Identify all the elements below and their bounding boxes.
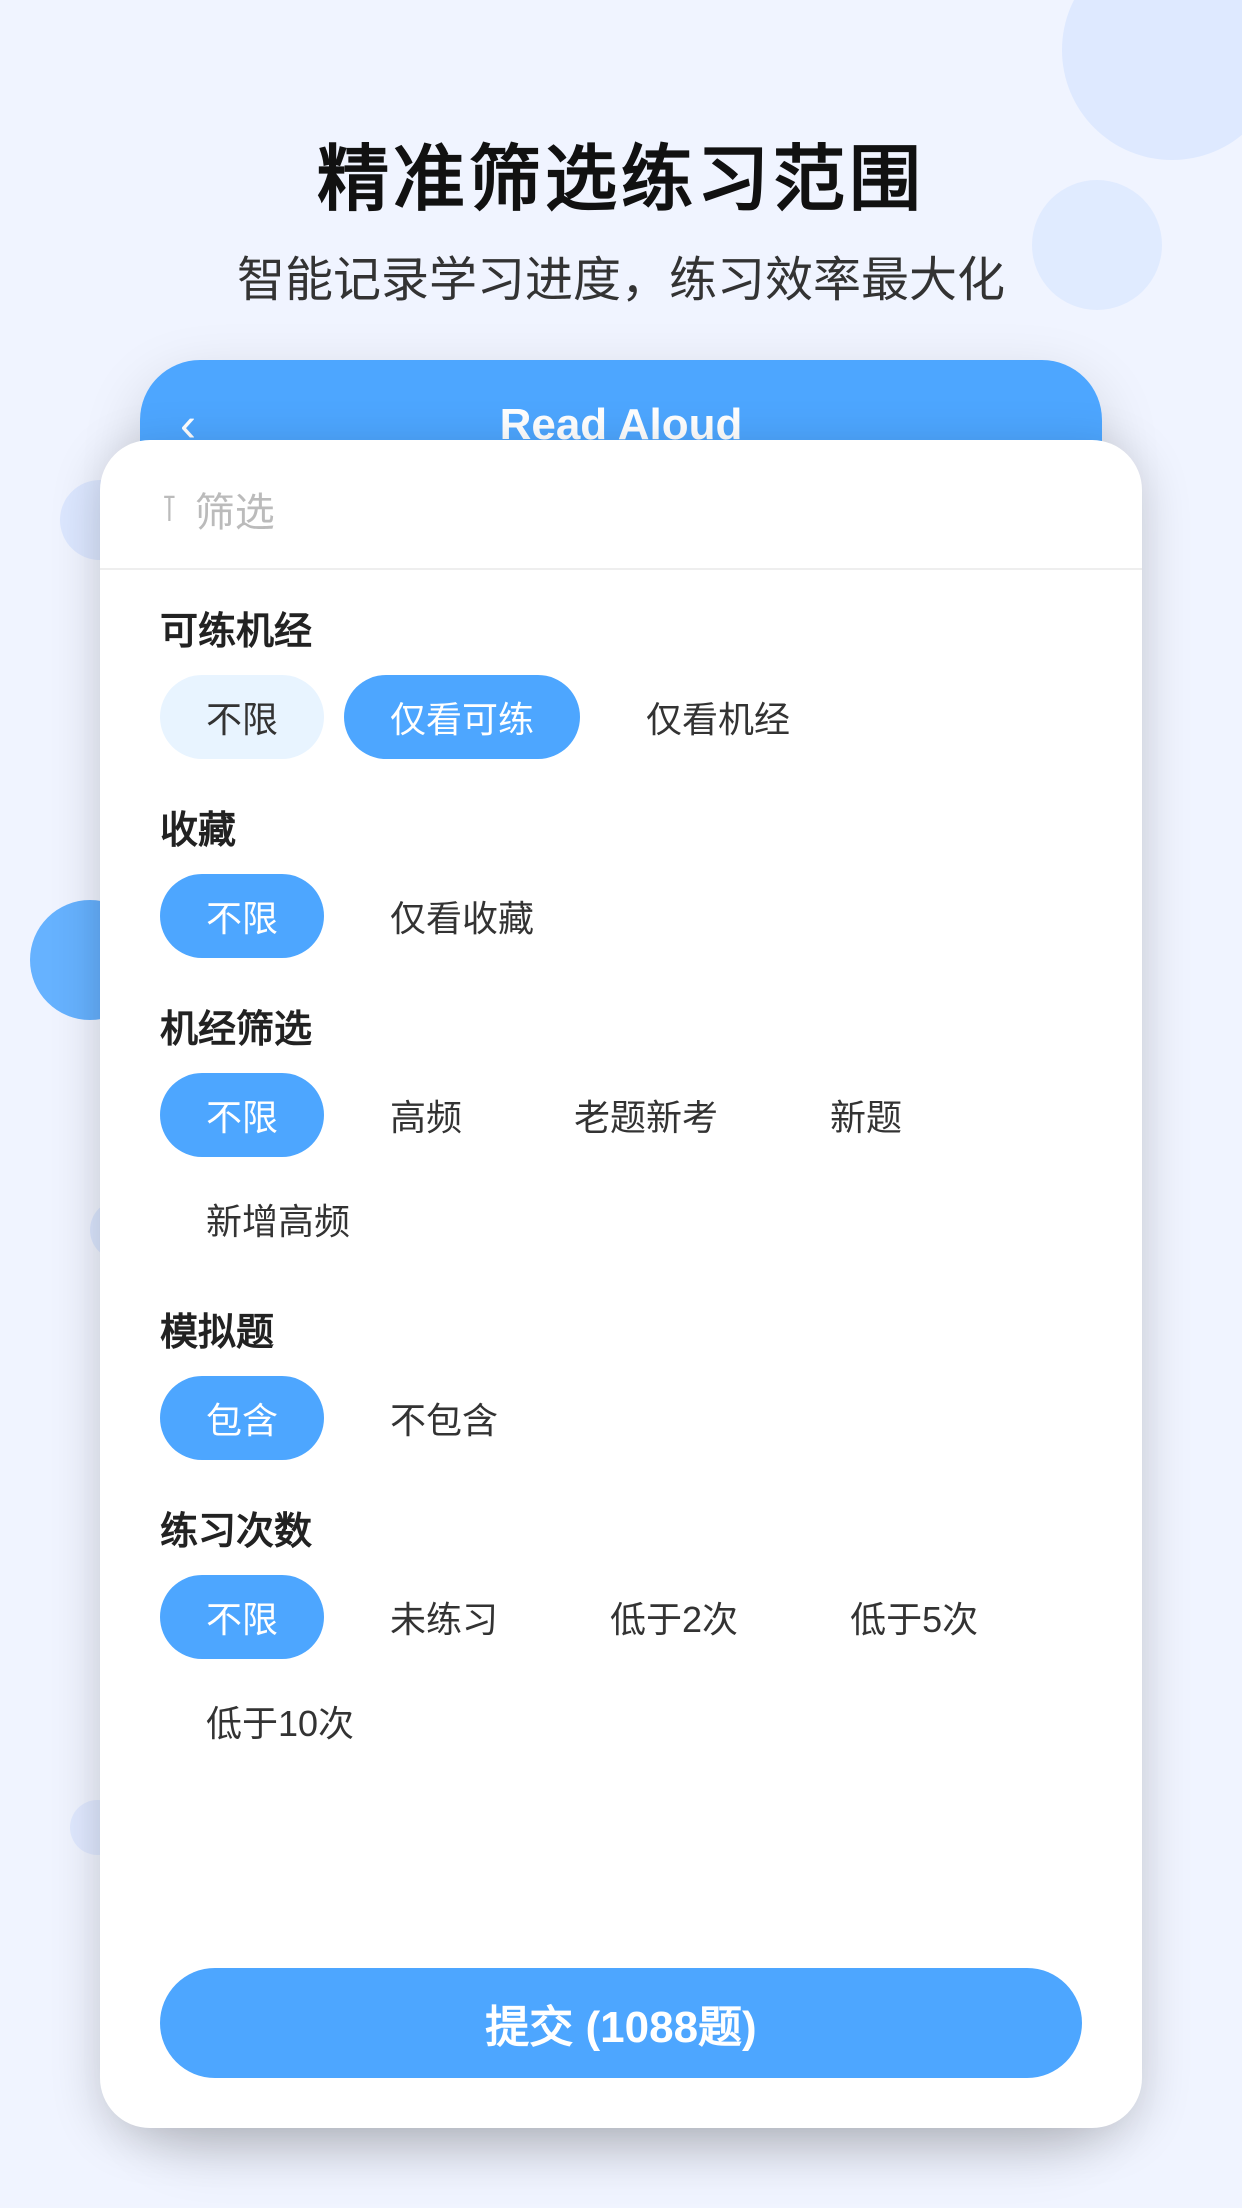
section-title-cishu: 练习次数 — [160, 1500, 1082, 1555]
option-xinti[interactable]: 新题 — [784, 1073, 948, 1157]
section-title-moni: 模拟题 — [160, 1301, 1082, 1356]
filter-header-title: 筛选 — [195, 480, 275, 538]
option-weilian[interactable]: 未练习 — [344, 1575, 544, 1659]
option-xinzeng-gaopin[interactable]: 新增高频 — [160, 1177, 396, 1261]
page-title: 精准筛选练习范围 — [0, 120, 1242, 225]
filter-section-moni: 模拟题 包含 不包含 — [160, 1301, 1082, 1460]
filter-section-kejian: 可练机经 不限 仅看可练 仅看机经 — [160, 600, 1082, 759]
option-diyue10[interactable]: 低于10次 — [160, 1679, 400, 1763]
section-title-shoucang: 收藏 — [160, 799, 1082, 854]
option-jikan-kejian[interactable]: 仅看可练 — [344, 675, 580, 759]
filter-header: ⊺ 筛选 — [100, 440, 1142, 570]
submit-area: 提交 (1088题) — [100, 1938, 1142, 2128]
submit-button[interactable]: 提交 (1088题) — [160, 1968, 1082, 2078]
filter-options-moni: 包含 不包含 — [160, 1376, 1082, 1460]
option-diyue2[interactable]: 低于2次 — [564, 1575, 784, 1659]
option-baohang-moni[interactable]: 包含 — [160, 1376, 324, 1460]
filter-options-jijing: 不限 高频 老题新考 新题 新增高频 — [160, 1073, 1082, 1261]
filter-section-shoucang: 收藏 不限 仅看收藏 — [160, 799, 1082, 958]
section-title-jijing: 机经筛选 — [160, 998, 1082, 1053]
option-buxian-kejian[interactable]: 不限 — [160, 675, 324, 759]
filter-section-jijing: 机经筛选 不限 高频 老题新考 新题 新增高频 — [160, 998, 1082, 1261]
filter-modal: ⊺ 筛选 可练机经 不限 仅看可练 仅看机经 收藏 不限 仅看收藏 — [100, 440, 1142, 2128]
filter-icon: ⊺ — [160, 488, 179, 530]
option-jikan-shoucang[interactable]: 仅看收藏 — [344, 874, 580, 958]
option-laoti[interactable]: 老题新考 — [528, 1073, 764, 1157]
page-subtitle: 智能记录学习进度，练习效率最大化 — [0, 240, 1242, 310]
section-title-kejian: 可练机经 — [160, 600, 1082, 655]
filter-section-cishu: 练习次数 不限 未练习 低于2次 低于5次 低于10次 — [160, 1500, 1082, 1763]
option-jikan-jijing[interactable]: 仅看机经 — [600, 675, 836, 759]
option-diyue5[interactable]: 低于5次 — [804, 1575, 1024, 1659]
filter-options-kejian: 不限 仅看可练 仅看机经 — [160, 675, 1082, 759]
phone-wrapper: ‹ Read Aloud RA 已选题目 0 1. Book ch #213 2… — [100, 360, 1142, 2128]
option-buxian-jijing[interactable]: 不限 — [160, 1073, 324, 1157]
filter-options-shoucang: 不限 仅看收藏 — [160, 874, 1082, 958]
filter-content: 可练机经 不限 仅看可练 仅看机经 收藏 不限 仅看收藏 机经筛选 不 — [100, 570, 1142, 1938]
option-gaopin[interactable]: 高频 — [344, 1073, 508, 1157]
option-buxian-shoucang[interactable]: 不限 — [160, 874, 324, 958]
filter-options-cishu: 不限 未练习 低于2次 低于5次 低于10次 — [160, 1575, 1082, 1763]
option-bubaohang-moni[interactable]: 不包含 — [344, 1376, 544, 1460]
option-buxian-cishu[interactable]: 不限 — [160, 1575, 324, 1659]
